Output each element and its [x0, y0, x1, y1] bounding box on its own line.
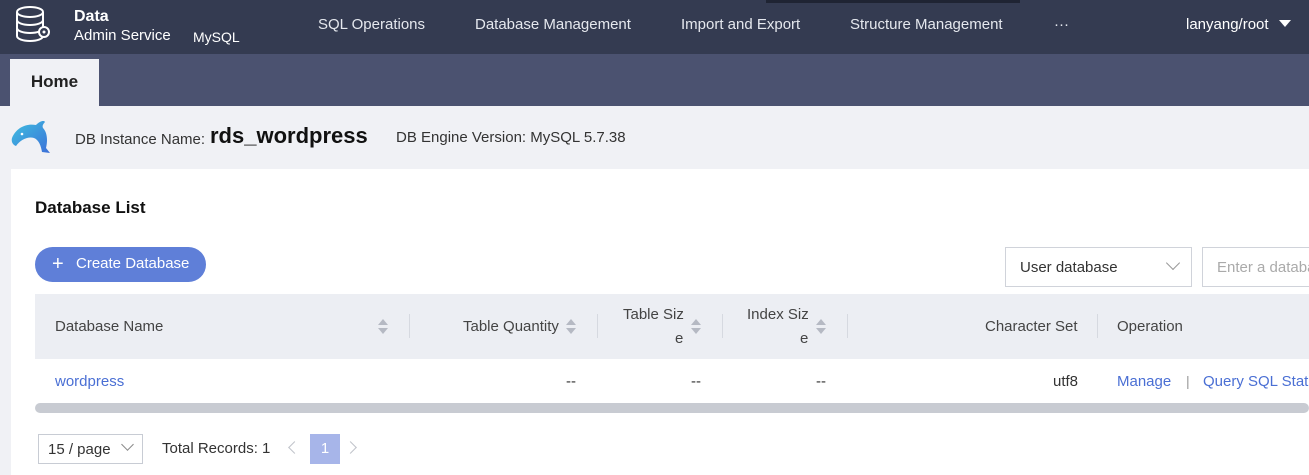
manage-link[interactable]: Manage	[1117, 373, 1171, 390]
plus-icon: +	[52, 253, 64, 275]
user-menu[interactable]: lanyang/root	[1186, 16, 1269, 33]
col-table-size-wrap: e	[675, 330, 684, 347]
character-set-cell: utf8	[1053, 373, 1079, 390]
sort-icon[interactable]	[566, 319, 576, 335]
section-title: Database List	[35, 198, 146, 217]
horizontal-scrollbar[interactable]	[35, 403, 1309, 413]
nav-more[interactable]: ···	[1054, 16, 1069, 33]
create-database-label: Create Database	[76, 255, 190, 272]
chevron-down-icon	[1165, 255, 1181, 271]
col-index-size: Index Siz	[747, 306, 809, 323]
database-search-input[interactable]	[1202, 247, 1309, 287]
database-logo-icon	[16, 6, 50, 42]
page-size-select[interactable]: 15 / page	[38, 434, 143, 464]
chevron-down-icon	[121, 438, 134, 451]
col-index-size-wrap: e	[800, 330, 809, 347]
table-header: Database Name Table Quantity Table Siz e…	[35, 294, 1309, 359]
brand-title: Data	[74, 8, 109, 25]
index-size-cell: --	[816, 373, 826, 390]
mysql-dolphin-icon	[11, 121, 51, 153]
tab-home[interactable]: Home	[10, 59, 99, 106]
nav-highlight-strip	[766, 0, 1020, 3]
brand-subtitle: Admin Service	[74, 27, 171, 44]
database-type-select[interactable]: User database	[1005, 247, 1192, 287]
tab-strip: Home	[0, 54, 1309, 106]
nav-structure-management[interactable]: Structure Management	[850, 16, 1003, 33]
query-sql-link[interactable]: Query SQL Statements	[1203, 373, 1309, 390]
instance-name: rds_wordpress	[210, 123, 368, 148]
col-operation: Operation	[1117, 318, 1183, 335]
sort-icon[interactable]	[378, 319, 388, 335]
engine-version: DB Engine Version: MySQL 5.7.38	[396, 129, 626, 146]
column-divider	[1097, 314, 1098, 338]
nav-import-export[interactable]: Import and Export	[681, 16, 800, 33]
instance-name-label: DB Instance Name:	[75, 131, 206, 148]
create-database-button[interactable]: + Create Database	[35, 247, 206, 282]
database-name-link[interactable]: wordpress	[55, 373, 124, 390]
sort-icon[interactable]	[816, 319, 826, 335]
current-page-button[interactable]: 1	[310, 434, 340, 464]
column-divider	[722, 314, 723, 338]
nav-database-management[interactable]: Database Management	[475, 16, 631, 33]
page-size-value: 15 / page	[48, 441, 111, 458]
nav-sql-operations[interactable]: SQL Operations	[318, 16, 425, 33]
top-navigation-bar: Data Admin Service MySQL SQL Operations …	[0, 0, 1309, 54]
brand-engine: MySQL	[193, 29, 240, 45]
sort-icon[interactable]	[691, 319, 701, 335]
total-records: Total Records: 1	[162, 440, 271, 457]
table-quantity-cell: --	[566, 373, 576, 390]
col-table-quantity: Table Quantity	[463, 318, 559, 335]
caret-down-icon[interactable]	[1279, 20, 1291, 27]
database-type-value: User database	[1020, 259, 1118, 276]
col-database-name: Database Name	[55, 318, 164, 335]
col-table-size: Table Siz	[623, 306, 684, 323]
column-divider	[409, 314, 410, 338]
table-size-cell: --	[691, 373, 701, 390]
column-divider	[597, 314, 598, 338]
col-character-set: Character Set	[985, 318, 1078, 335]
operation-separator: |	[1186, 373, 1190, 389]
column-divider	[847, 314, 848, 338]
